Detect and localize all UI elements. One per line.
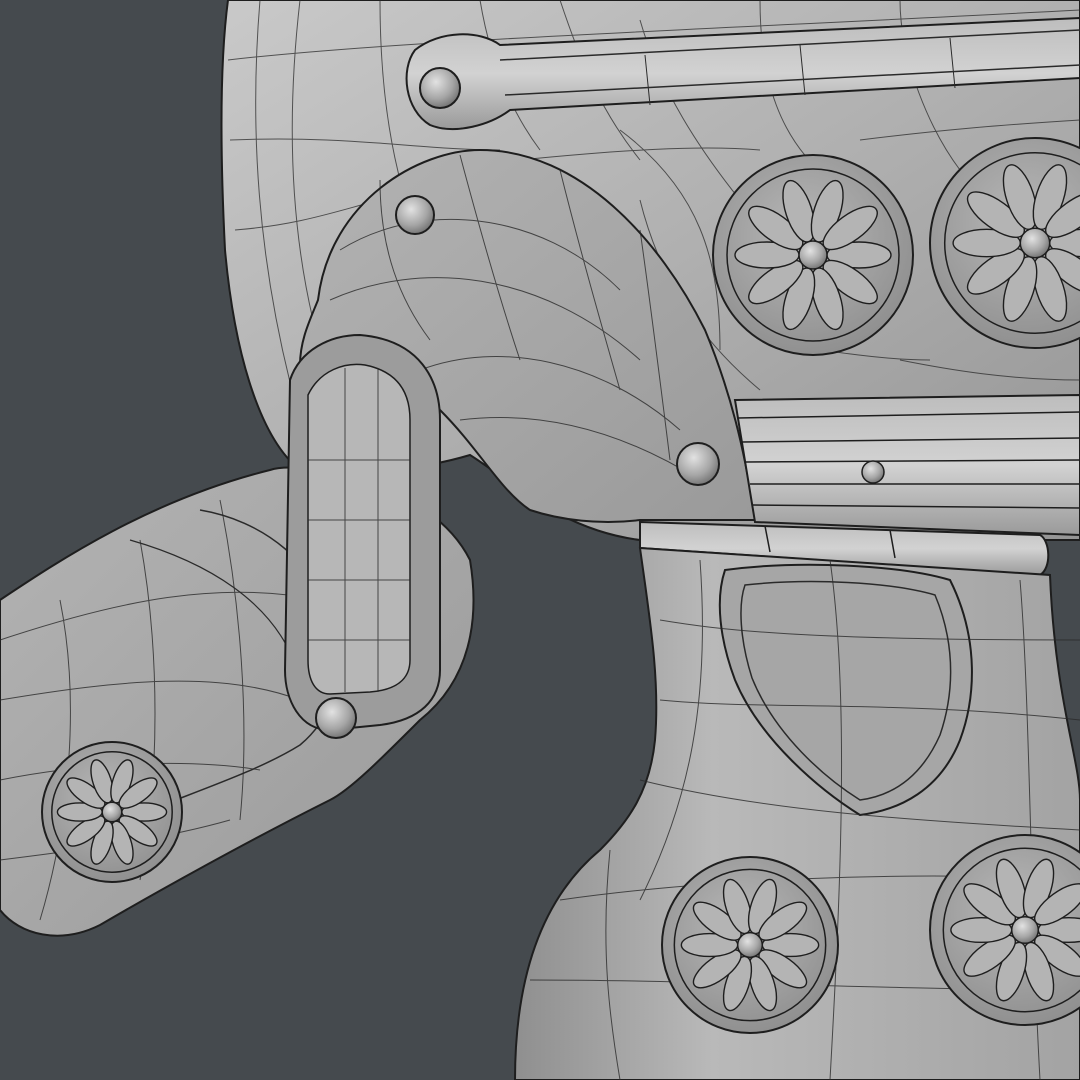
3d-viewport[interactable]: [0, 0, 1080, 1080]
rosette-cheek-1: [661, 856, 839, 1034]
helmet-render: [0, 0, 1080, 1080]
neck-guard-band: [733, 393, 1080, 537]
rosette-visor: [41, 741, 183, 883]
ear-loop: [283, 333, 441, 739]
rosette-top-1: [712, 154, 914, 356]
